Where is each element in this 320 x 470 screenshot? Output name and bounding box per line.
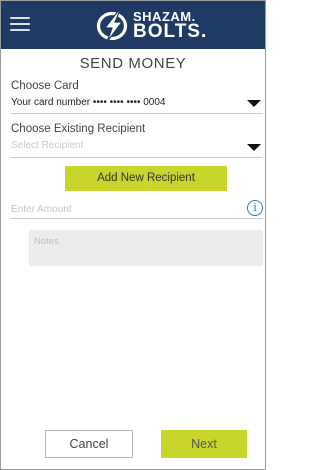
add-new-recipient-button[interactable]: Add New Recipient	[65, 166, 227, 191]
shazam-bolts-logo: SHAZAM. BOLTS.	[95, 7, 211, 45]
amount-input[interactable]	[11, 201, 231, 217]
info-icon[interactable]: i	[247, 200, 263, 216]
app-header: SHAZAM. BOLTS.	[1, 1, 265, 49]
choose-recipient-label: Choose Existing Recipient	[11, 123, 146, 135]
logo-text-bottom: BOLTS.	[133, 21, 208, 42]
page-title: SEND MONEY	[79, 55, 187, 72]
next-button[interactable]: Next	[161, 430, 247, 458]
hamburger-icon	[10, 17, 30, 19]
caret-down-icon	[247, 144, 261, 151]
cancel-button[interactable]: Cancel	[45, 430, 133, 458]
hamburger-icon-line	[10, 29, 30, 31]
hamburger-menu-button[interactable]	[9, 13, 33, 35]
caret-down-icon	[247, 100, 261, 107]
notes-textarea[interactable]	[29, 230, 263, 266]
card-select-value: Your card number •••• •••• •••• 0004	[11, 97, 166, 108]
send-money-screen: SHAZAM. BOLTS. SEND MONEY Choose Card Yo…	[0, 0, 266, 470]
recipient-select-placeholder: Select Recipient	[11, 140, 84, 151]
recipient-select[interactable]: Select Recipient	[11, 140, 263, 158]
hamburger-icon-line	[10, 23, 30, 25]
amount-field: i	[11, 200, 263, 219]
choose-card-label: Choose Card	[11, 80, 79, 92]
card-select[interactable]: Your card number •••• •••• •••• 0004	[11, 96, 263, 114]
lightning-bolt-icon	[96, 9, 128, 43]
